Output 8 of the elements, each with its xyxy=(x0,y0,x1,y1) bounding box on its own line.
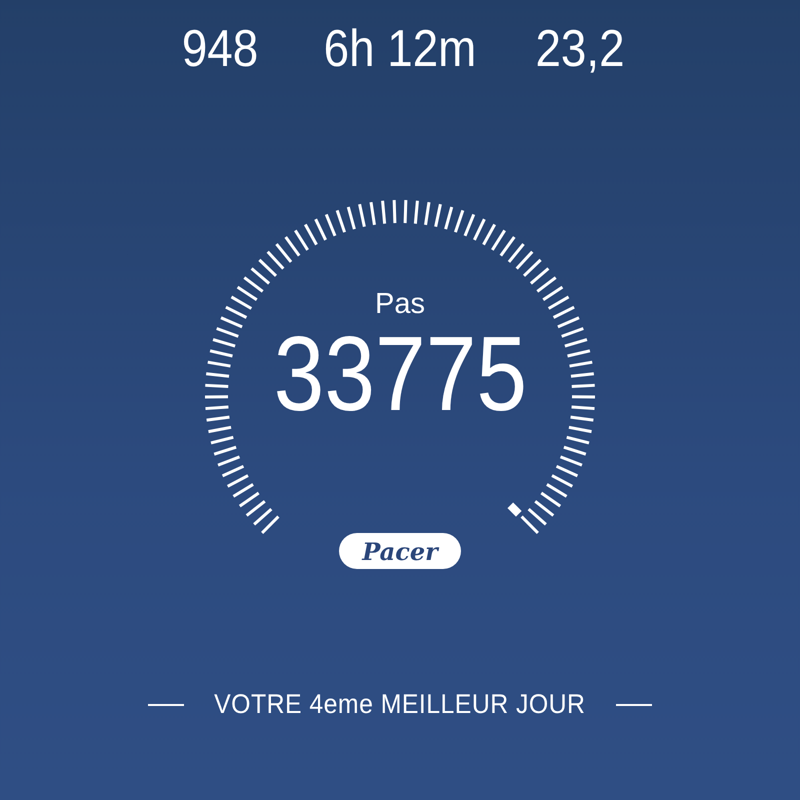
steps-label: Pas xyxy=(375,287,425,321)
stat-value: 6h 12m xyxy=(322,20,478,78)
best-day-caption: VOTRE 4eme MEILLEUR JOUR xyxy=(214,689,586,720)
steps-count: 33775 xyxy=(273,319,527,429)
logo-badge: Pacer xyxy=(339,533,461,569)
stat-value: 23,2 xyxy=(534,20,626,78)
gauge-marker-icon xyxy=(507,502,522,517)
stat-value: 948 xyxy=(180,20,260,78)
